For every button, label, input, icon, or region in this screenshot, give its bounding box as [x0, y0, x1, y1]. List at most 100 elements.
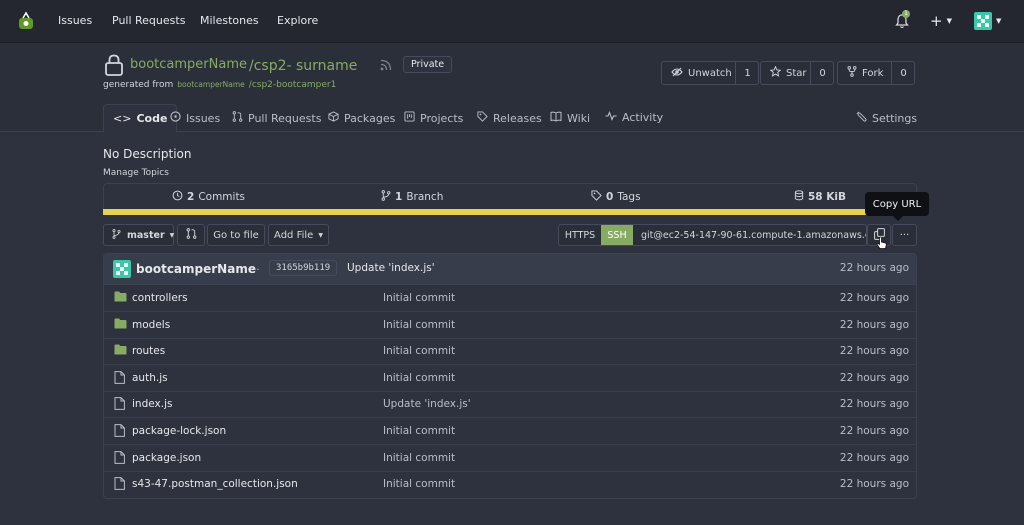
add-file-dropdown[interactable]: Add File ▼	[268, 224, 329, 246]
nav-issues[interactable]: Issues	[58, 14, 92, 27]
ssh-toggle[interactable]: SSH	[601, 225, 633, 245]
file-row: controllers Initial commit 22 hours ago	[104, 285, 916, 312]
file-commit-message-link[interactable]: Initial commit	[383, 372, 455, 384]
file-commit-message-link[interactable]: Initial commit	[383, 319, 455, 331]
rss-feed-icon[interactable]	[380, 59, 392, 74]
tag-icon	[591, 190, 602, 204]
file-row: package-lock.json Initial commit 22 hours …	[104, 418, 916, 445]
caret-down-icon: ▼	[318, 231, 323, 239]
tooltip-arrow	[893, 216, 903, 221]
file-name-link[interactable]: s43-47.postman_collection.json	[132, 478, 298, 490]
unwatch-button[interactable]: Unwatch 1	[661, 61, 759, 85]
file-name-link[interactable]: package-lock.json	[132, 425, 226, 437]
lock-icon	[104, 54, 124, 79]
branch-stat[interactable]: 1 Branch	[381, 190, 443, 204]
copy-url-tooltip: Copy URL	[865, 192, 929, 216]
fork-count[interactable]: 0	[891, 62, 915, 84]
file-list: bootcamperName ... 3165b9b119 Update 'in…	[103, 253, 917, 499]
template-owner-link[interactable]: bootcamperName	[177, 80, 245, 89]
go-to-file-button[interactable]: Go to file	[207, 224, 265, 246]
clone-panel: HTTPS SSH git@ec2-54-147-90-61.compute-1…	[558, 224, 867, 246]
file-commit-time: 22 hours ago	[839, 345, 909, 358]
https-toggle[interactable]: HTTPS	[559, 225, 601, 245]
star-icon	[769, 65, 782, 80]
folder-icon	[114, 318, 127, 332]
folder-icon	[114, 291, 127, 305]
generated-from-label: generated from	[103, 80, 174, 90]
repo-owner-link[interactable]: bootcamperName	[130, 57, 247, 72]
file-name-link[interactable]: routes	[132, 345, 165, 357]
file-icon	[114, 477, 125, 493]
file-commit-message-link[interactable]: Initial commit	[383, 452, 455, 464]
file-icon	[114, 397, 125, 413]
fork-button[interactable]: Fork 0	[837, 61, 915, 85]
eye-slash-icon	[671, 67, 683, 80]
tag-icon	[477, 111, 488, 125]
tab-wiki[interactable]: Wiki	[550, 111, 590, 125]
size-stat: 58 KiB	[794, 190, 846, 204]
plus-icon: +	[930, 12, 943, 30]
file-name-link[interactable]: controllers	[132, 292, 188, 304]
watch-count[interactable]: 1	[735, 62, 759, 84]
file-commit-time: 22 hours ago	[839, 451, 909, 464]
nav-milestones[interactable]: Milestones	[200, 14, 259, 27]
git-branch-icon	[381, 190, 391, 204]
language-stats-bar[interactable]	[103, 209, 917, 215]
notification-count-badge: 1	[902, 10, 910, 18]
star-label: Star	[786, 67, 807, 79]
file-commit-message-link[interactable]: Initial commit	[383, 478, 455, 490]
clone-url-input[interactable]: git@ec2-54-147-90-61.compute-1.amazonaws…	[633, 225, 866, 245]
file-row: s43-47.postman_collection.json Initial co…	[104, 471, 916, 497]
package-icon	[328, 111, 339, 125]
pull-request-icon	[186, 228, 197, 242]
file-commit-message-link[interactable]: Update 'index.js'	[383, 398, 471, 410]
file-commit-message-link[interactable]: Initial commit	[383, 345, 455, 357]
visibility-badge: Private	[403, 56, 453, 73]
commit-expand-ellipsis[interactable]: ...	[250, 262, 260, 273]
file-name-link[interactable]: auth.js	[132, 372, 168, 384]
nav-pull-requests[interactable]: Pull Requests	[112, 14, 185, 27]
commits-stat[interactable]: 2 Commits	[172, 190, 245, 204]
file-commit-message-link[interactable]: Initial commit	[383, 425, 455, 437]
star-count[interactable]: 0	[810, 62, 834, 84]
tab-releases[interactable]: Releases	[477, 111, 542, 125]
avatar[interactable]	[113, 260, 131, 278]
mouse-cursor-icon	[876, 236, 888, 253]
manage-topics-link[interactable]: Manage Topics	[103, 168, 169, 178]
tab-code[interactable]: <> Code	[103, 104, 178, 132]
fork-label: Fork	[862, 67, 884, 79]
file-commit-time: 22 hours ago	[839, 425, 909, 437]
tools-icon	[856, 111, 867, 125]
tab-issues[interactable]: Issues	[170, 111, 220, 125]
star-button[interactable]: Star 0	[760, 61, 834, 85]
file-commit-time: 22 hours ago	[839, 478, 909, 491]
gitea-logo-icon[interactable]	[15, 10, 37, 32]
unwatch-label: Unwatch	[688, 67, 732, 79]
caret-down-icon: ▼	[946, 17, 952, 25]
tab-settings[interactable]: Settings	[856, 111, 917, 125]
tab-activity[interactable]: Activity	[605, 110, 663, 124]
tags-stat[interactable]: 0 Tags	[591, 190, 641, 204]
file-name-link[interactable]: package.json	[132, 452, 201, 464]
file-commit-message-link[interactable]: Initial commit	[383, 292, 455, 304]
file-commit-time: 22 hours ago	[839, 398, 909, 411]
more-options-button[interactable]: ···	[892, 224, 917, 246]
nav-explore[interactable]: Explore	[277, 14, 318, 27]
tab-projects[interactable]: Projects	[404, 111, 463, 125]
branch-selector[interactable]: master ▼	[103, 224, 174, 246]
caret-down-icon: ▼	[996, 17, 1002, 25]
compare-button[interactable]	[177, 224, 205, 246]
commit-author[interactable]: bootcamperName	[136, 262, 256, 276]
tab-packages[interactable]: Packages	[328, 111, 395, 125]
commit-sha-button[interactable]: 3165b9b119	[269, 260, 338, 276]
commit-time: 22 hours ago	[839, 262, 909, 274]
file-name-link[interactable]: models	[132, 319, 170, 331]
user-menu-dropdown[interactable]: ▼	[974, 12, 1001, 30]
file-name-link[interactable]: index.js	[132, 398, 172, 410]
commit-message[interactable]: Update 'index.js'	[347, 262, 435, 274]
repo-name-link[interactable]: /csp2- surname	[249, 58, 357, 74]
tab-pull-requests[interactable]: Pull Requests	[232, 111, 321, 125]
book-icon	[550, 111, 562, 125]
create-new-dropdown[interactable]: + ▼	[930, 12, 952, 30]
template-repo-link[interactable]: /csp2-bootcamper1	[249, 80, 337, 90]
